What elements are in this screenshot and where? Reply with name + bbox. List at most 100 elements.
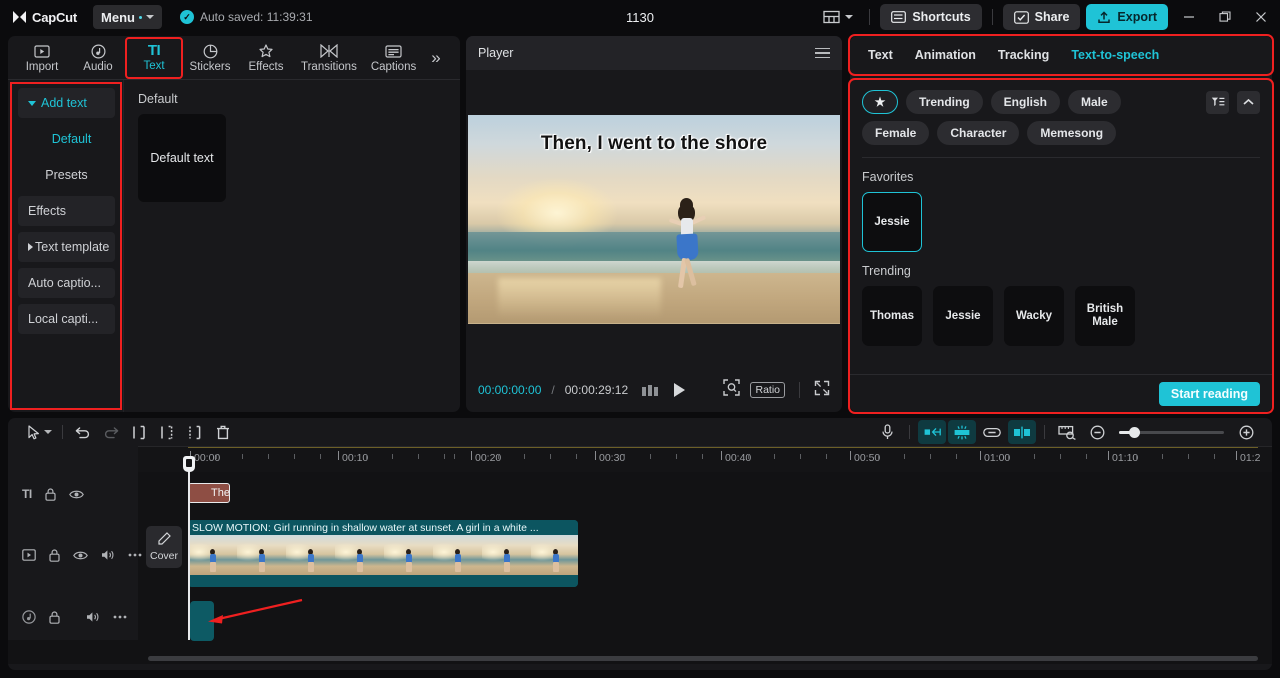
video-icon <box>22 549 36 561</box>
track-lane-text[interactable]: The <box>138 472 1272 516</box>
ratio-button[interactable]: Ratio <box>750 382 785 398</box>
shortcuts-button[interactable]: Shortcuts <box>880 4 982 30</box>
tab-audio[interactable]: Audio <box>70 38 126 78</box>
tab-tracking[interactable]: Tracking <box>998 48 1049 62</box>
layout-button[interactable] <box>817 6 859 28</box>
audio-note-icon <box>22 610 36 624</box>
sidebar-item-effects[interactable]: Effects <box>18 196 115 226</box>
filter-chip-trending[interactable]: Trending <box>906 90 983 114</box>
tab-stickers[interactable]: Stickers <box>182 38 238 78</box>
voice-card-wacky[interactable]: Wacky <box>1004 286 1064 346</box>
capcut-window: CapCut Menu ✓ Auto saved: 11:39:31 Short… <box>0 0 1280 678</box>
trim-left-icon[interactable] <box>153 420 181 444</box>
sun-reflection <box>497 277 662 320</box>
sidebar-item-text-template[interactable]: Text template <box>18 232 115 262</box>
playhead-knob[interactable] <box>183 456 195 472</box>
lock-icon[interactable] <box>49 610 60 624</box>
close-button[interactable] <box>1246 2 1276 32</box>
tab-import[interactable]: Import <box>14 38 70 78</box>
volume-icon[interactable] <box>86 611 100 623</box>
filter-chip-character[interactable]: Character <box>937 121 1020 145</box>
audio-clip[interactable] <box>190 601 214 641</box>
fullscreen-icon[interactable] <box>814 380 830 401</box>
sidebar-item-default[interactable]: Default <box>18 124 115 154</box>
divider <box>991 9 993 25</box>
filter-chip-male[interactable]: Male <box>1068 90 1121 114</box>
right-tab-bar: Text Animation Tracking Text-to-speech <box>848 34 1274 76</box>
preview-ruler-icon[interactable] <box>1053 420 1081 444</box>
thumbnail <box>384 535 433 575</box>
tab-captions[interactable]: Captions <box>364 38 423 78</box>
timeline-ruler[interactable]: 00:00 00:10 00:20 00:30 00:40 00:50 01:0… <box>138 446 1272 472</box>
sidebar-item-local-captions[interactable]: Local capti... <box>18 304 115 334</box>
sidebar-item-add-text[interactable]: Add text <box>18 88 115 118</box>
autosave-status: ✓ Auto saved: 11:39:31 <box>179 10 313 24</box>
video-clip[interactable]: SLOW MOTION: Girl running in shallow wat… <box>188 520 578 587</box>
link-icon[interactable] <box>978 420 1006 444</box>
align-icon[interactable] <box>1008 420 1036 444</box>
track-lane-video[interactable]: SLOW MOTION: Girl running in shallow wat… <box>138 516 1272 594</box>
maximize-button[interactable] <box>1210 2 1240 32</box>
split-icon[interactable] <box>125 420 153 444</box>
default-text-preset[interactable]: Default text <box>138 114 226 202</box>
sidebar-item-auto-captions[interactable]: Auto captio... <box>18 268 115 298</box>
eye-icon[interactable] <box>68 489 84 500</box>
filter-chip-memesong[interactable]: Memesong <box>1027 121 1117 145</box>
filter-chip-english[interactable]: English <box>990 90 1061 114</box>
lock-icon[interactable] <box>49 548 60 562</box>
delete-icon[interactable] <box>209 420 237 444</box>
zoom-out-icon[interactable] <box>1083 420 1111 444</box>
zoom-slider-knob[interactable] <box>1129 426 1140 438</box>
playhead[interactable] <box>183 456 195 640</box>
trim-right-icon[interactable] <box>181 420 209 444</box>
voice-card-british-male[interactable]: British Male <box>1075 286 1135 346</box>
chevron-down-icon[interactable] <box>44 430 52 434</box>
sidebar-item-presets[interactable]: Presets <box>18 160 115 190</box>
redo-icon[interactable] <box>97 420 125 444</box>
filter-list-icon[interactable] <box>1206 90 1229 114</box>
lock-icon[interactable] <box>45 487 56 501</box>
zoom-in-icon[interactable] <box>1232 420 1260 444</box>
undo-icon[interactable] <box>69 420 97 444</box>
voice-card-thomas[interactable]: Thomas <box>862 286 922 346</box>
more-tabs-button[interactable]: » <box>425 48 446 68</box>
tab-text-to-speech[interactable]: Text-to-speech <box>1071 48 1159 62</box>
tab-text[interactable]: TI Text <box>125 36 183 79</box>
menu-button[interactable]: Menu <box>93 5 162 29</box>
left-tab-bar: Import Audio TI Text Stickers Effects Tr… <box>8 36 460 80</box>
volume-icon[interactable] <box>101 549 115 561</box>
favorites-filter-chip[interactable]: ★ <box>862 90 898 114</box>
filter-chip-female[interactable]: Female <box>862 121 930 145</box>
zoom-slider[interactable] <box>1119 426 1224 438</box>
more-icon[interactable] <box>113 615 127 619</box>
voice-card-jessie[interactable]: Jessie <box>933 286 993 346</box>
chevron-up-icon[interactable] <box>1237 90 1260 114</box>
tab-effects[interactable]: Effects <box>238 38 294 78</box>
quality-bars-icon[interactable] <box>642 384 659 396</box>
timeline-horizontal-scrollbar[interactable] <box>148 656 1258 661</box>
track-lane-audio[interactable] <box>138 594 1272 641</box>
start-reading-button[interactable]: Start reading <box>1158 381 1260 406</box>
tab-text-properties[interactable]: Text <box>868 48 893 62</box>
sticker-icon <box>203 43 218 59</box>
divider <box>799 382 800 398</box>
caption-overlay[interactable]: Then, I went to the shore <box>468 133 840 155</box>
share-button[interactable]: Share <box>1002 4 1081 30</box>
microphone-icon[interactable] <box>873 420 901 444</box>
text-clip[interactable]: The <box>188 483 230 503</box>
mirror-icon[interactable] <box>918 420 946 444</box>
video-preview[interactable]: Then, I went to the shore <box>468 114 840 324</box>
tab-transitions[interactable]: Transitions <box>294 38 364 78</box>
voice-card-favorite-jessie[interactable]: Jessie <box>862 192 922 252</box>
video-clip-title: SLOW MOTION: Girl running in shallow wat… <box>188 520 578 535</box>
hamburger-icon[interactable] <box>815 47 830 59</box>
play-icon[interactable] <box>674 383 686 397</box>
player-panel: Player Then, I went to the shore 00:00:0… <box>466 36 842 412</box>
text-ti-icon: TI <box>22 487 32 501</box>
freeze-icon[interactable] <box>948 420 976 444</box>
focus-crop-icon[interactable] <box>723 379 741 401</box>
export-button[interactable]: Export <box>1086 4 1168 30</box>
eye-icon[interactable] <box>73 550 88 561</box>
tab-animation[interactable]: Animation <box>915 48 976 62</box>
minimize-button[interactable] <box>1174 2 1204 32</box>
